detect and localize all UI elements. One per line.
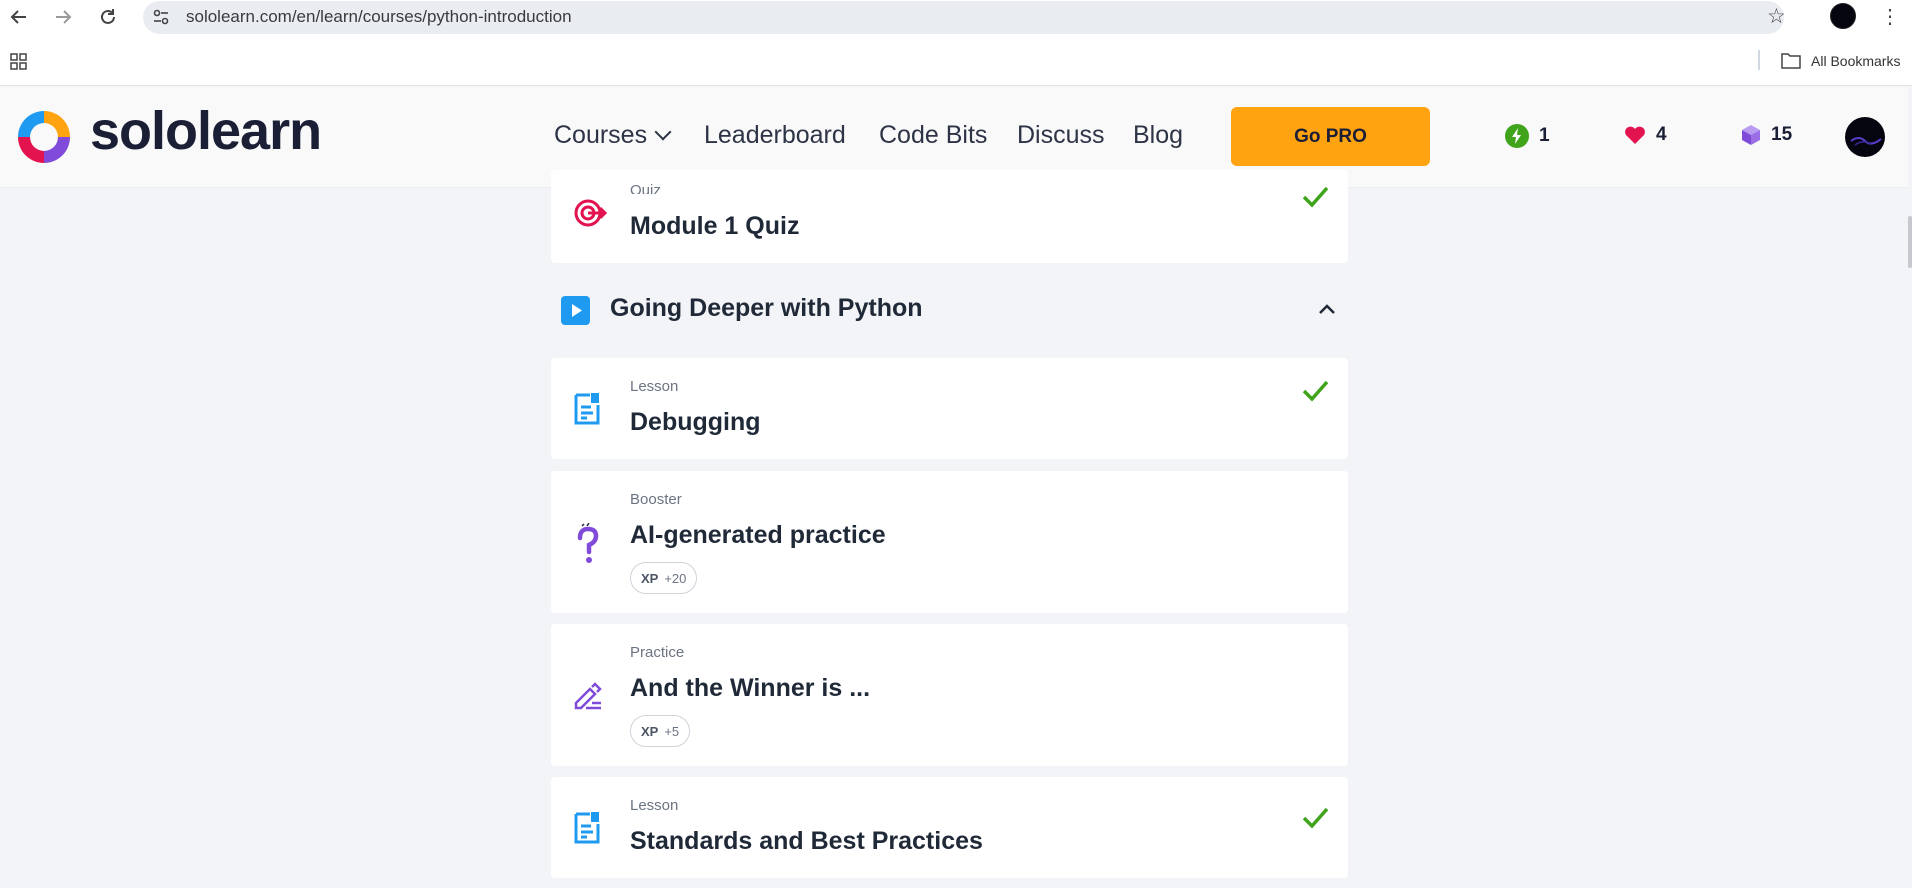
checkmark-icon xyxy=(1302,807,1329,829)
xp-value: +20 xyxy=(664,570,687,586)
cube-icon xyxy=(1742,125,1760,145)
apps-grid-icon[interactable] xyxy=(10,53,27,70)
xp-badge: XP +20 xyxy=(630,562,698,594)
hearts-counter[interactable]: 4 xyxy=(1624,124,1667,146)
bits-counter[interactable]: 15 xyxy=(1741,124,1792,146)
play-icon xyxy=(561,296,590,325)
section-title: Going Deeper with Python xyxy=(610,294,923,322)
lesson-document-icon xyxy=(573,811,601,850)
booster-title: AI-generated practice xyxy=(630,521,886,549)
logo-text[interactable]: sololearn xyxy=(90,100,322,162)
all-bookmarks-link[interactable]: All Bookmarks xyxy=(1811,53,1900,69)
quiz-title: Module 1 Quiz xyxy=(630,212,800,240)
nav-discuss[interactable]: Discuss xyxy=(1017,121,1105,150)
page-scrollbar[interactable] xyxy=(1908,216,1912,268)
nav-courses-label: Courses xyxy=(554,121,648,149)
lesson-card-debugging[interactable]: Lesson Debugging xyxy=(551,358,1348,459)
xp-label: XP xyxy=(641,570,659,586)
practice-card-winner[interactable]: Practice And the Winner is ... XP +5 xyxy=(551,624,1348,766)
browser-menu-icon[interactable]: ⋮ xyxy=(1880,4,1900,29)
lightning-icon xyxy=(1505,124,1529,148)
user-avatar[interactable] xyxy=(1845,117,1885,157)
chevron-down-icon xyxy=(654,123,672,141)
xp-value: +5 xyxy=(664,723,680,739)
checkmark-icon xyxy=(1302,380,1329,402)
bookmarks-divider xyxy=(1758,50,1760,70)
hearts-count: 4 xyxy=(1656,124,1667,145)
forward-icon[interactable] xyxy=(50,4,76,30)
nav-courses[interactable]: Courses xyxy=(554,121,672,150)
xp-label: XP xyxy=(641,723,659,739)
site-info-icon[interactable] xyxy=(151,7,171,27)
section-header[interactable]: Going Deeper with Python xyxy=(551,284,1348,336)
streak-count: 1 xyxy=(1539,125,1550,146)
booster-card-ai-practice[interactable]: Booster AI-generated practice XP +20 xyxy=(551,471,1348,613)
target-icon xyxy=(573,196,608,235)
chevron-up-icon[interactable] xyxy=(1318,300,1336,318)
heart-icon xyxy=(1625,126,1645,144)
pencil-icon xyxy=(573,681,603,716)
lesson-document-icon xyxy=(573,392,601,431)
nav-blog[interactable]: Blog xyxy=(1133,121,1183,150)
lesson-title: Standards and Best Practices xyxy=(630,827,983,855)
url-text[interactable]: sololearn.com/en/learn/courses/python-in… xyxy=(186,7,572,27)
sololearn-logo-icon[interactable] xyxy=(14,107,74,167)
bookmarks-bar xyxy=(0,34,1912,86)
xp-badge: XP +5 xyxy=(630,715,691,747)
lesson-title: Debugging xyxy=(630,408,761,436)
bits-count: 15 xyxy=(1771,124,1793,145)
practice-title: And the Winner is ... xyxy=(630,674,871,702)
folder-icon[interactable] xyxy=(1781,52,1801,69)
lesson-type-label: Lesson xyxy=(630,378,679,395)
question-mark-icon xyxy=(573,522,603,570)
nav-code-bits[interactable]: Code Bits xyxy=(879,121,987,150)
streak-counter[interactable]: 1 xyxy=(1505,124,1550,148)
nav-leaderboard[interactable]: Leaderboard xyxy=(704,121,846,150)
checkmark-icon xyxy=(1302,186,1329,208)
reload-icon[interactable] xyxy=(95,4,121,30)
booster-type-label: Booster xyxy=(630,491,682,508)
lesson-card-standards[interactable]: Lesson Standards and Best Practices xyxy=(551,777,1348,878)
quiz-card[interactable]: Quiz Module 1 Quiz xyxy=(551,170,1348,263)
lesson-type-label: Lesson xyxy=(630,797,679,814)
quiz-type-label: Quiz xyxy=(630,182,661,194)
browser-profile-avatar[interactable] xyxy=(1830,3,1856,29)
back-icon[interactable] xyxy=(6,4,32,30)
go-pro-button[interactable]: Go PRO xyxy=(1231,107,1430,166)
bookmark-star-icon[interactable]: ☆ xyxy=(1767,4,1786,29)
practice-type-label: Practice xyxy=(630,644,685,661)
